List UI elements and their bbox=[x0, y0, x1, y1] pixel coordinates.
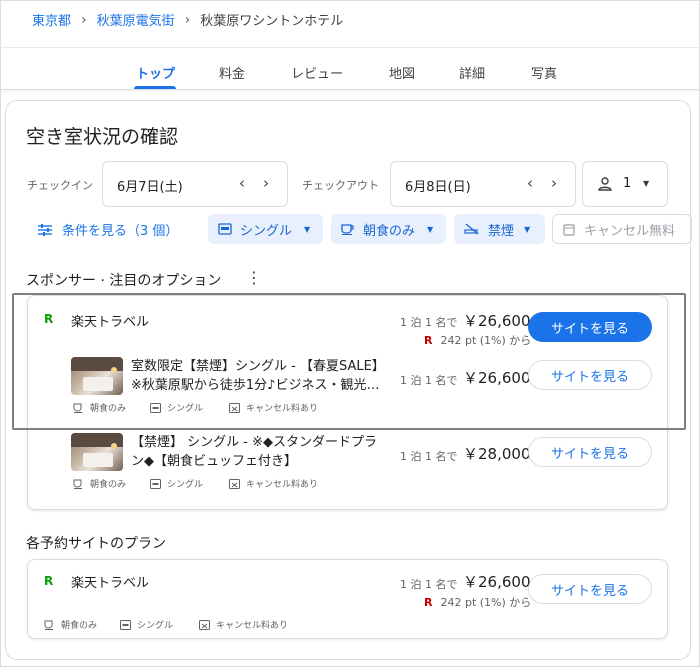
amenity-cancellation: キャンセル料あり bbox=[229, 477, 318, 490]
tune-icon bbox=[38, 223, 52, 236]
checkin-value: 6月7日(土) bbox=[117, 180, 183, 195]
bed-icon bbox=[120, 619, 131, 630]
conditions-link[interactable]: 条件を見る（3 個） bbox=[38, 220, 178, 239]
caret-down-icon: ▼ bbox=[524, 224, 531, 234]
checkout-value: 6月8日(日) bbox=[405, 180, 471, 195]
more-vert-icon[interactable]: ⋮ bbox=[246, 270, 262, 286]
view-site-button[interactable]: サイトを見る bbox=[528, 437, 652, 467]
provider-name: 楽天トラベル bbox=[71, 576, 150, 591]
room-photo[interactable] bbox=[71, 433, 123, 471]
amenity-label: シングル bbox=[137, 621, 174, 631]
calendar-icon bbox=[563, 223, 575, 236]
chip-breakfast[interactable]: 朝食のみ ▼ bbox=[331, 214, 446, 244]
breadcrumb-tokyo[interactable]: 東京都 bbox=[32, 10, 71, 29]
price: ￥26,600 bbox=[463, 573, 531, 591]
chip-free-cancel-label: キャンセル無料 bbox=[584, 223, 676, 239]
amenity-breakfast: 朝食のみ bbox=[44, 618, 97, 631]
guest-count: 1 bbox=[623, 176, 632, 191]
tab-top[interactable]: トップ bbox=[136, 63, 175, 82]
checkout-field[interactable]: 6月8日(日) ‹ › bbox=[390, 161, 576, 207]
amenity-label: キャンセル料あり bbox=[246, 480, 319, 490]
tab-map[interactable]: 地図 bbox=[389, 63, 415, 82]
chip-single[interactable]: シングル ▼ bbox=[208, 214, 323, 244]
caret-down-icon: ▼ bbox=[643, 179, 650, 188]
calendar-cancel-icon bbox=[229, 479, 240, 489]
points-info: R 242 pt (1%) から bbox=[424, 594, 531, 610]
room-title[interactable]: 【禁煙】 シングル - ※◆スタンダードプラ ン◆【朝食ビュッフェ付き】 bbox=[131, 433, 383, 471]
highlight-box bbox=[12, 293, 686, 430]
chevron-right-icon: › bbox=[81, 11, 87, 28]
amenity-label: シングル bbox=[167, 480, 204, 490]
guest-selector[interactable]: 1 ▼ bbox=[582, 161, 668, 207]
caret-down-icon: ▼ bbox=[304, 224, 311, 234]
checkin-field[interactable]: 6月7日(土) ‹ › bbox=[102, 161, 288, 207]
availability-title: 空き室状況の確認 bbox=[26, 126, 179, 148]
chevron-right-icon[interactable]: › bbox=[263, 174, 269, 192]
amenity-cancellation: キャンセル料あり bbox=[199, 618, 288, 631]
bed-icon bbox=[218, 223, 232, 235]
view-site-button[interactable]: サイトを見る bbox=[528, 574, 652, 604]
price: ￥28,000 bbox=[463, 445, 531, 463]
per-night-label: 1 泊 1 名で bbox=[400, 578, 458, 591]
room-title-line: 【禁煙】 シングル - ※◆スタンダードプラ bbox=[131, 435, 377, 450]
amenity-single: シングル bbox=[120, 618, 173, 631]
amenity-single: シングル bbox=[150, 477, 203, 490]
points-text: 242 pt (1%) から bbox=[440, 596, 532, 609]
breadcrumb-current: 秋葉原ワシントンホテル bbox=[200, 14, 344, 29]
tab-reviews[interactable]: レビュー bbox=[291, 63, 343, 82]
chip-free-cancel[interactable]: キャンセル無料 bbox=[552, 214, 692, 244]
tab-bar-divider bbox=[0, 89, 700, 90]
room-title-line: ン◆【朝食ビュッフェ付き】 bbox=[131, 454, 297, 469]
amenity-label: キャンセル料あり bbox=[216, 621, 289, 631]
checkout-label: チェックアウト bbox=[302, 179, 379, 192]
chevron-right-icon[interactable]: › bbox=[551, 174, 557, 192]
chevron-right-icon: › bbox=[184, 11, 191, 28]
rakuten-points-icon: R bbox=[424, 595, 433, 609]
plans-section-title: 各予約サイトのプラン bbox=[26, 536, 166, 552]
chevron-left-icon[interactable]: ‹ bbox=[239, 174, 245, 192]
caret-down-icon: ▼ bbox=[427, 224, 434, 234]
amenity-label: 朝食のみ bbox=[90, 480, 127, 490]
sponsor-section-title: スポンサー · 注目のオプション bbox=[26, 273, 222, 289]
coffee-icon bbox=[341, 223, 355, 235]
tab-rates[interactable]: 料金 bbox=[219, 63, 245, 82]
no-smoking-icon bbox=[464, 223, 480, 235]
amenity-label: 朝食のみ bbox=[61, 621, 98, 631]
coffee-icon bbox=[73, 479, 82, 489]
chip-single-label: シングル bbox=[240, 223, 293, 239]
tab-bar: トップ 料金 レビュー 地図 詳細 写真 bbox=[0, 48, 700, 90]
calendar-cancel-icon bbox=[199, 620, 210, 630]
breadcrumb: 東京都 › 秋葉原電気街 › 秋葉原ワシントンホテル bbox=[32, 10, 344, 30]
bed-icon bbox=[150, 478, 161, 489]
chevron-left-icon[interactable]: ‹ bbox=[527, 174, 533, 192]
per-night-label: 1 泊 1 名で bbox=[400, 450, 458, 463]
coffee-icon bbox=[44, 620, 53, 630]
amenity-breakfast: 朝食のみ bbox=[73, 477, 126, 490]
chip-nonsmoking[interactable]: 禁煙 ▼ bbox=[454, 214, 545, 244]
chip-nonsmoking-label: 禁煙 bbox=[488, 223, 515, 239]
chip-breakfast-label: 朝食のみ bbox=[363, 223, 416, 239]
breadcrumb-akihabara[interactable]: 秋葉原電気街 bbox=[97, 10, 175, 29]
person-icon bbox=[598, 177, 612, 191]
conditions-link-label: 条件を見る（3 個） bbox=[62, 224, 179, 239]
tab-photos[interactable]: 写真 bbox=[531, 63, 557, 82]
checkin-label: チェックイン bbox=[27, 179, 93, 192]
rakuten-logo-icon: R bbox=[44, 574, 54, 588]
tab-details[interactable]: 詳細 bbox=[459, 63, 485, 82]
